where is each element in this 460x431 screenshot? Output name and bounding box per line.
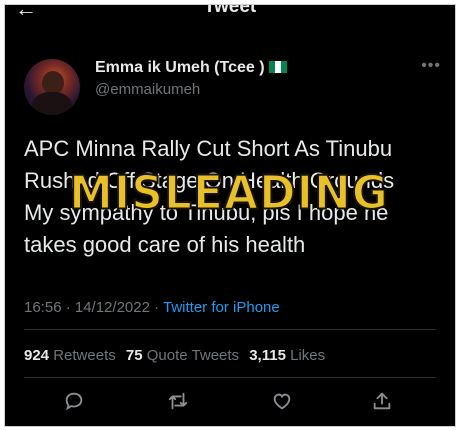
author-display-name[interactable]: Emma ik Umeh (Tcee ): [95, 59, 287, 77]
misleading-stamp: MISLEADING: [68, 166, 389, 222]
tweet-time-date: 16:56 · 14/12/2022 ·: [24, 299, 163, 316]
page-title: Tweet: [203, 4, 257, 17]
likes-stat[interactable]: 3,115 Likes: [249, 347, 325, 364]
avatar[interactable]: [24, 59, 80, 115]
engagement-stats: 924 Retweets 75 Quote Tweets 3,115 Likes: [24, 347, 325, 364]
tweet-meta: 16:56 · 14/12/2022 · Twitter for iPhone: [24, 299, 280, 316]
tweet-screenshot: ← Tweet Emma ik Umeh (Tcee ) @emmaikumeh…: [4, 4, 456, 427]
display-name-text: Emma ik Umeh (Tcee ): [95, 59, 265, 76]
top-bar: ← Tweet: [5, 5, 455, 27]
tweet-source-link[interactable]: Twitter for iPhone: [163, 299, 280, 316]
retweet-icon[interactable]: [167, 390, 193, 416]
divider: [24, 377, 436, 378]
share-icon[interactable]: [371, 390, 397, 416]
divider: [24, 329, 436, 330]
action-bar: [5, 390, 455, 416]
retweets-stat[interactable]: 924 Retweets: [24, 347, 116, 364]
nigeria-flag-icon: [268, 61, 287, 73]
like-icon[interactable]: [271, 390, 297, 416]
author-handle[interactable]: @emmaikumeh: [95, 81, 200, 98]
quote-tweets-stat[interactable]: 75 Quote Tweets: [126, 347, 239, 364]
more-icon[interactable]: •••: [421, 57, 441, 75]
reply-icon[interactable]: [63, 390, 89, 416]
